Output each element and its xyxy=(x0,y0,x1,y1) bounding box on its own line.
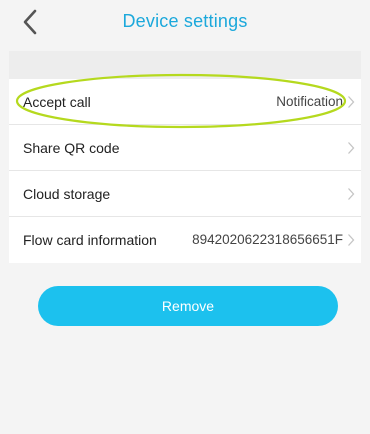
setting-label: Accept call xyxy=(23,94,91,110)
device-settings-screen: Device settings Accept call Notification… xyxy=(0,0,370,434)
setting-row-accept-call[interactable]: Accept call Notification xyxy=(9,79,361,125)
page-title: Device settings xyxy=(122,11,248,31)
setting-row-cloud-storage[interactable]: Cloud storage xyxy=(9,171,361,217)
setting-label: Share QR code xyxy=(23,140,120,156)
settings-list: Accept call Notification Share QR code C… xyxy=(9,79,361,263)
setting-row-share-qr-code[interactable]: Share QR code xyxy=(9,125,361,171)
setting-label: Cloud storage xyxy=(23,186,111,202)
chevron-right-icon xyxy=(348,234,355,246)
remove-button[interactable]: Remove xyxy=(38,286,338,326)
section-spacer xyxy=(9,51,361,79)
chevron-right-icon xyxy=(348,96,355,108)
setting-value: 8942020622318656651F xyxy=(192,232,343,247)
setting-row-flow-card-information[interactable]: Flow card information 894202062231865665… xyxy=(9,217,361,263)
setting-label: Flow card information xyxy=(23,232,157,248)
chevron-right-icon xyxy=(348,142,355,154)
setting-value: Notification xyxy=(276,94,343,109)
top-bar: Device settings xyxy=(0,0,370,44)
chevron-right-icon xyxy=(348,188,355,200)
